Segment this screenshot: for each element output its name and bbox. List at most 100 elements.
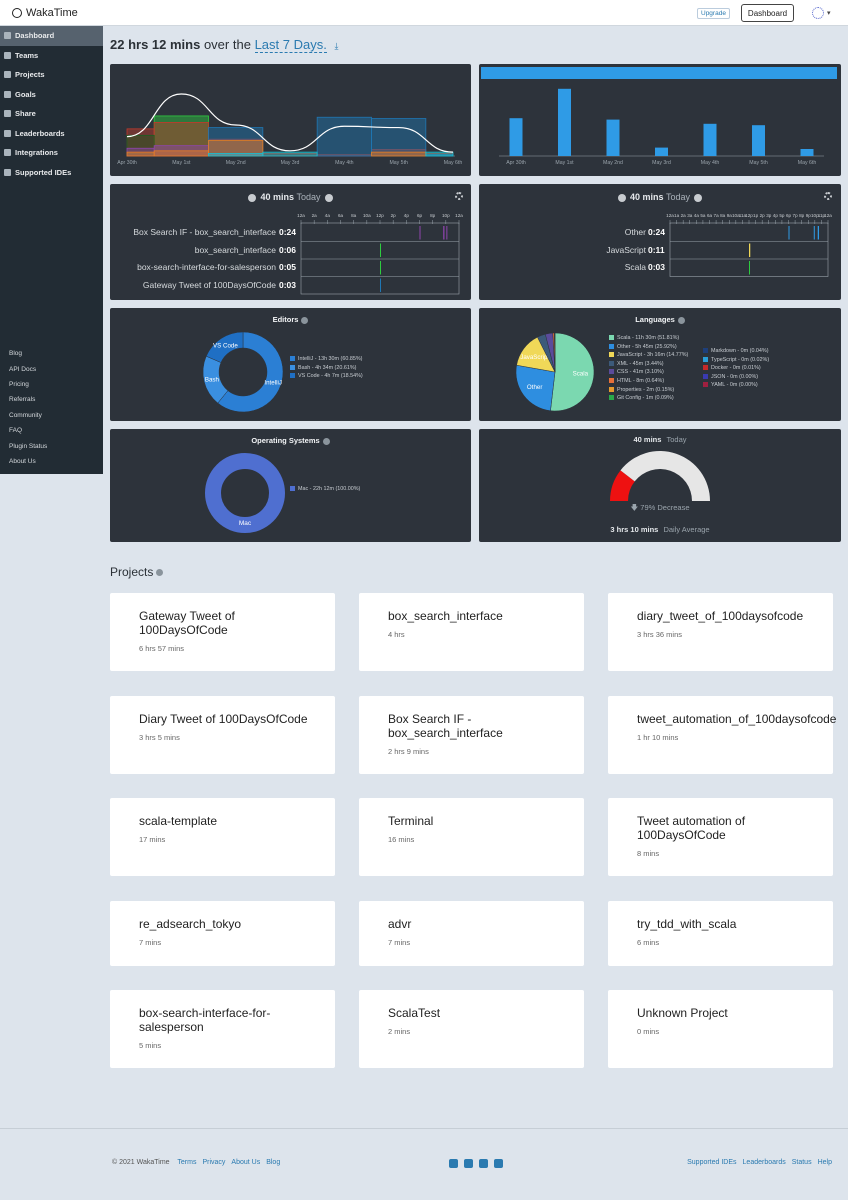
project-time: 3 hrs 36 mins [637,630,683,639]
project-card[interactable]: scala-template 17 mins [110,798,335,876]
project-card[interactable]: tweet_automation_of_100daysofcode 1 hr 10… [608,696,836,774]
sidebar-link-pricing[interactable]: Pricing [9,377,47,392]
timeline-row-time: 0:24 [279,227,297,237]
project-name: Tweet automation of 100DaysOfCode [637,814,829,842]
project-name: Diary Tweet of 100DaysOfCode [139,712,331,726]
facebook-icon[interactable] [479,1159,488,1168]
project-card[interactable]: diary_tweet_of_100daysofcode 3 hrs 36 min… [608,593,833,671]
x-tick-label: May 1st [172,160,191,166]
average-text: 3 hrs 10 mins Daily Average [479,525,841,534]
sidebar-link-referrals[interactable]: Referrals [9,392,47,407]
date-range-select[interactable]: Last 7 Days. [254,37,327,53]
project-card[interactable]: box_search_interface 4 hrs [359,593,584,671]
legend-text: Docker - 0m (0.01%) [711,365,761,372]
project-name-line: 100DaysOfCode [637,828,726,842]
sidebar-item-integrations[interactable]: Integrations [0,143,103,163]
project-card[interactable]: Box Search IF - box_search_interface 2 hrs… [359,696,584,774]
sidebar-item-goals[interactable]: Goals [0,85,103,105]
avatar[interactable] [812,7,824,19]
project-name: re_adsearch_tokyo [139,917,331,931]
footer-link-status[interactable]: Status [792,1159,812,1166]
brand-logo[interactable]: WakaTime [12,7,78,19]
time-tick-label: 2p [760,213,766,218]
x-tick-label: Apr 30th [506,160,526,166]
help-icon[interactable] [156,569,164,576]
youtube-icon[interactable] [494,1159,503,1168]
project-card[interactable]: Gateway Tweet of 100DaysOfCode 6 hrs 57 mi… [110,593,335,671]
project-name: tweet_automation_of_100daysofcode [637,712,836,726]
pie-slice [205,453,285,533]
time-tick-label: 8a [720,213,726,218]
legend-text: JSON - 0m (0.00%) [711,373,759,380]
twitter-icon[interactable] [464,1159,473,1168]
activity-mark [817,226,819,240]
x-tick-label: May 5th [749,160,768,166]
project-card[interactable]: re_adsearch_tokyo 7 mins [110,901,335,966]
sidebar-link-api-docs[interactable]: API Docs [9,361,47,376]
project-card[interactable]: Diary Tweet of 100DaysOfCode 3 hrs 5 mins [110,696,335,774]
project-time: 1 hr 10 mins [637,733,679,742]
project-card[interactable]: Unknown Project 0 mins [608,990,833,1068]
bar [509,118,523,156]
legend-text: XML - 45m (3.44%) [617,360,664,367]
time-tick-label: 5a [700,213,706,218]
project-card[interactable]: ScalaTest 2 mins [359,990,584,1068]
project-time: 2 hrs 9 mins [388,747,429,756]
project-card[interactable]: try_tdd_with_scala 6 mins [608,901,833,966]
sidebar-item-dashboard[interactable]: Dashboard [0,26,103,46]
upgrade-button[interactable]: Upgrade [697,8,730,19]
time-tick-label: 12a [297,213,305,218]
project-name-line: advr [388,917,412,931]
sidebar-item-supported-ides[interactable]: Supported IDEs [0,163,103,183]
project-time: 6 mins [637,938,660,947]
project-name-line: Box Search IF - [388,712,472,726]
project-card[interactable]: advr 7 mins [359,901,584,966]
legend-swatch [703,365,708,371]
legend-swatch [609,395,614,401]
timeline-row-time: 0:03 [279,279,297,290]
activity-area-chart: Apr 30th May 1st May 2nd May 3rd May 4th May … [117,93,462,166]
legend-item: YAML - 0m (0.00%) [703,381,769,390]
activity-mark [380,243,381,257]
daily-bar-chart: Apr 30th May 1st May 2nd May 3rd May 4th May … [481,67,837,166]
footer-link-about-us[interactable]: About Us [231,1159,260,1166]
project-card[interactable]: box-search-interface-for-salesperson 5 mi… [110,990,335,1068]
legend-swatch [609,378,614,384]
time-tick-label: 8a [351,213,357,218]
sidebar-link-about-us[interactable]: About Us [9,454,47,469]
project-name: Terminal [388,814,580,828]
dashboard-icon [4,32,11,40]
sidebar-link-blog[interactable]: Blog [9,346,47,361]
footer-link-leaderboards[interactable]: Leaderboards [743,1159,786,1166]
legend-item: Markdown - 0m (0.04%) [703,347,769,356]
legend-item: Properties - 2m (0.15%) [609,386,688,395]
github-icon[interactable] [449,1159,458,1168]
legend-swatch [609,369,614,375]
os-legend-text: Mac - 22h 12m (100.00%) [298,486,361,492]
project-card[interactable]: Terminal 16 mins [359,798,584,876]
slice-label: Scala [573,370,589,377]
sidebar-item-teams[interactable]: Teams [0,46,103,66]
footer-link-supported-ides[interactable]: Supported IDEs [687,1159,736,1166]
project-card[interactable]: Tweet automation of 100DaysOfCode 8 mins [608,798,833,876]
sidebar-link-faq[interactable]: FAQ [9,423,47,438]
timeline-row-label: Other [624,227,646,237]
sidebar-item-label: Projects [15,70,45,80]
legend-item: JavaScript - 3h 16m (14.77%) [609,351,688,360]
sidebar-item-label: Goals [15,89,36,99]
sidebar-item-projects[interactable]: Projects [0,65,103,85]
dashboard-button[interactable]: Dashboard [741,4,794,22]
download-icon[interactable]: ⤓ [334,41,338,51]
sidebar-item-leaderboards[interactable]: Leaderboards [0,124,103,144]
sidebar-item-share[interactable]: Share [0,104,103,124]
footer-link-blog[interactable]: Blog [266,1159,280,1166]
project-time: 17 mins [139,835,166,844]
footer-link-terms[interactable]: Terms [177,1159,196,1166]
time-tick-label: 7p [793,213,799,218]
footer-link-help[interactable]: Help [818,1159,832,1166]
footer-link-privacy[interactable]: Privacy [202,1159,225,1166]
chevron-down-icon[interactable]: ▾ [827,9,831,17]
sidebar-link-community[interactable]: Community [9,408,47,423]
activity-mark [446,226,448,240]
sidebar-link-plugin-status[interactable]: Plugin Status [9,438,47,453]
